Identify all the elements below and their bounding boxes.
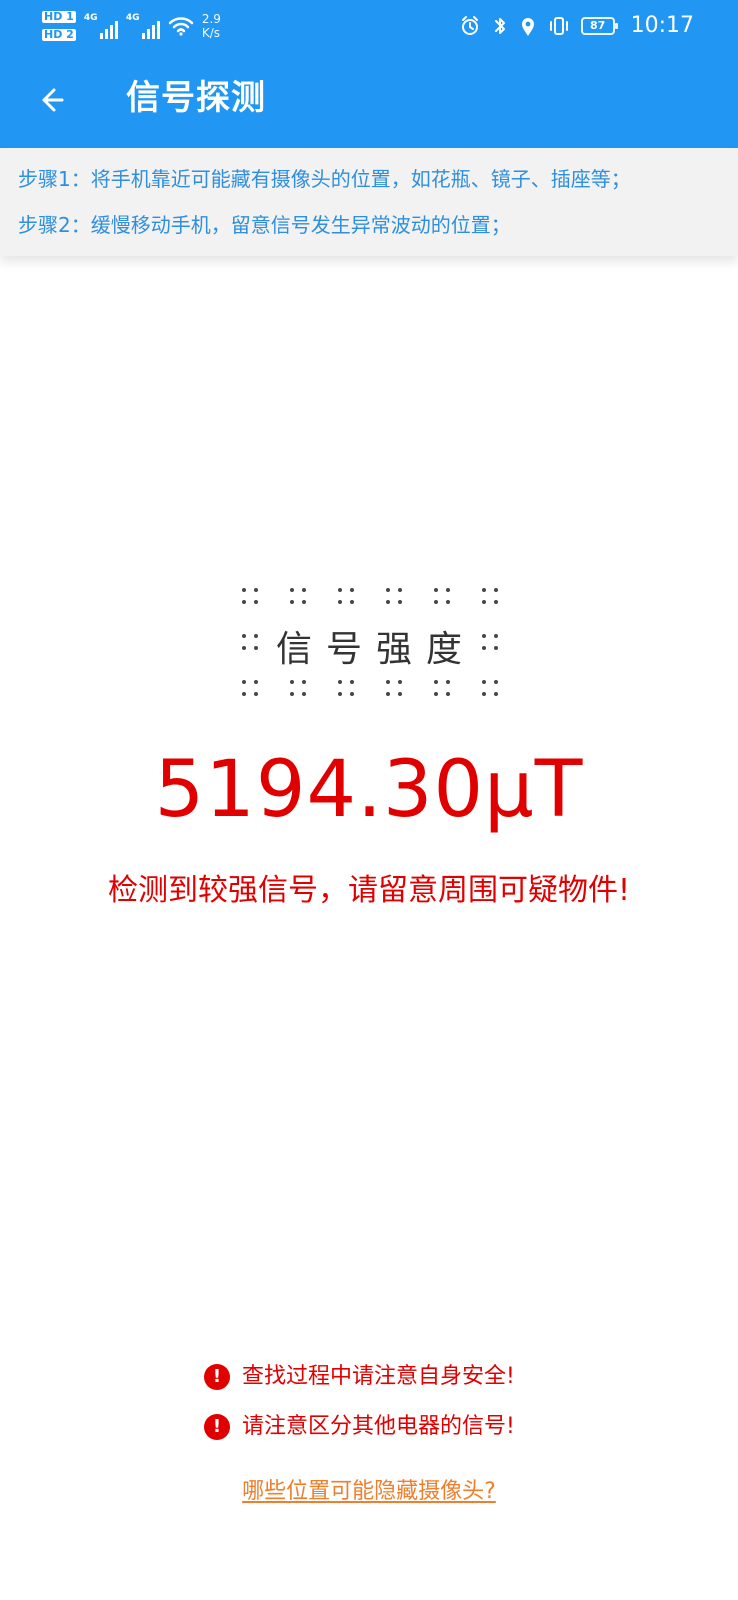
instructions-panel: 步骤1：将手机靠近可能藏有摄像头的位置，如花瓶、镜子、插座等； 步骤2：缓慢移动…: [0, 148, 738, 256]
network-speed: 2.9 K/s: [201, 12, 221, 40]
page-title: 信号探测: [126, 78, 266, 118]
arrow-left-icon: [42, 88, 64, 112]
dots-bottom-1: [242, 680, 258, 696]
warning-exclamation-icon: !: [204, 1364, 230, 1390]
bluetooth-icon: [494, 18, 505, 34]
notice-text: 查找过程中请注意自身安全!: [242, 1364, 515, 1389]
cell-signal-2-label: 4G: [125, 13, 140, 23]
status-bar: HD 1 HD 2 4G 4G 2.9 K/s 87 10:17: [0, 0, 738, 48]
signal-strength-label: 信号强度: [275, 629, 476, 670]
notice-item: ! 查找过程中请注意自身安全!: [204, 1362, 515, 1392]
signal-value: 5194.30μT: [154, 745, 584, 835]
dots-bottom-5: [434, 680, 450, 696]
status-left: HD 1 HD 2 4G 4G 2.9 K/s: [42, 8, 221, 44]
dots-top-2: [290, 588, 306, 604]
instruction-step-2: 步骤2：缓慢移动手机，留意信号发生异常波动的位置；: [18, 213, 511, 237]
signal-detector-screen: HD 1 HD 2 4G 4G 2.9 K/s 87 10:17 信号探测 步骤…: [0, 0, 738, 1600]
cell-signal-1-bars: [99, 21, 118, 39]
alarm-icon: [461, 16, 478, 35]
status-time: 10:17: [630, 13, 694, 38]
hd-indicators: HD 1 HD 2: [42, 11, 76, 41]
warning-exclamation-icon: !: [204, 1414, 230, 1440]
hidden-camera-locations-link[interactable]: 哪些位置可能隐藏摄像头?: [0, 1478, 738, 1506]
cell-signal-2-bars: [141, 21, 160, 39]
dots-bottom-6: [482, 680, 498, 696]
app-bar: 信号探测: [0, 56, 738, 148]
vibrate-icon: [549, 17, 568, 35]
notice-text: 请注意区分其他电器的信号!: [242, 1414, 515, 1439]
wifi-icon: [168, 17, 194, 36]
status-right: 87 10:17: [459, 8, 694, 44]
hd1-badge: HD 1: [42, 10, 76, 23]
signal-meter: 信号强度: [0, 580, 738, 720]
dots-top-3: [338, 588, 354, 604]
dots-top-5: [434, 588, 450, 604]
dots-bottom-4: [386, 680, 402, 696]
notice-item: ! 请注意区分其他电器的信号!: [204, 1412, 515, 1442]
top-bar: HD 1 HD 2 4G 4G 2.9 K/s 87 10:17 信号探测: [0, 0, 738, 148]
location-icon: [521, 18, 534, 36]
cell-signal-1-label: 4G: [83, 13, 98, 23]
instruction-step-1: 步骤1：将手机靠近可能藏有摄像头的位置，如花瓶、镜子、插座等；: [18, 167, 631, 191]
cell-signal-1-icon: 4G: [84, 13, 118, 39]
dots-bottom-3: [338, 680, 354, 696]
back-button[interactable]: [30, 80, 70, 120]
dots-top-4: [386, 588, 402, 604]
hd2-badge: HD 2: [42, 28, 76, 41]
strong-signal-warning: 检测到较强信号，请留意周围可疑物件!: [107, 873, 631, 908]
dots-bottom-2: [290, 680, 306, 696]
dots-top-1: [242, 588, 258, 604]
dots-top-6: [482, 588, 498, 604]
battery-indicator: 87: [580, 17, 618, 35]
cell-signal-2-icon: 4G: [126, 13, 160, 39]
